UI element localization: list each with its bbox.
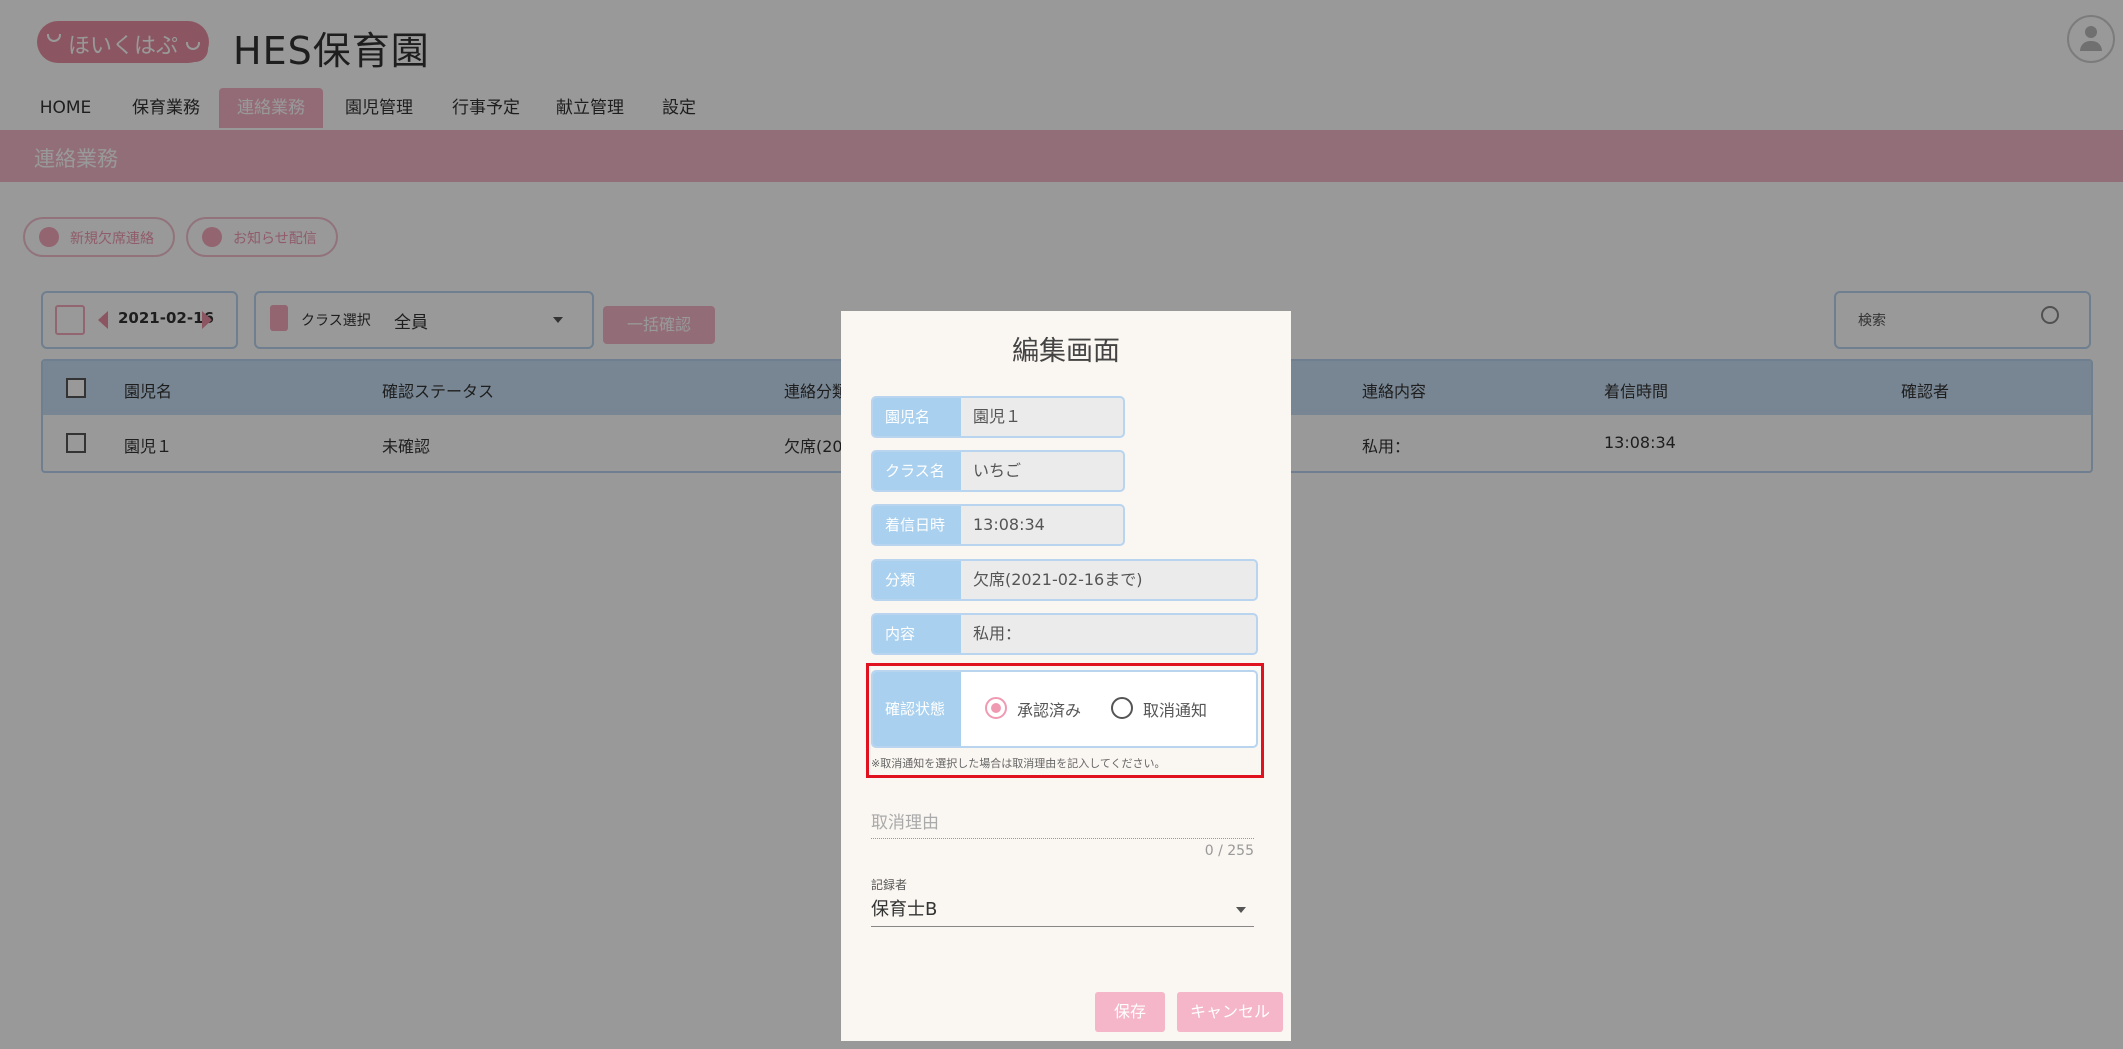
category-value: 欠席(2021-02-16まで): [973, 570, 1143, 589]
received-time-value: 13:08:34: [973, 515, 1045, 534]
recorder-underline: [871, 926, 1254, 927]
save-button[interactable]: 保存: [1095, 992, 1165, 1032]
class-name-value: いちご: [973, 461, 1022, 480]
received-time-label: 着信日時: [873, 506, 961, 544]
received-time-field: 着信日時 13:08:34: [871, 504, 1125, 546]
recorder-select[interactable]: 保育士B: [871, 895, 937, 921]
child-name-label: 園児名: [873, 398, 961, 436]
char-counter: 0 / 255: [1204, 843, 1254, 859]
content-value: 私用：: [973, 624, 1022, 643]
class-name-field: クラス名 いちご: [871, 450, 1125, 492]
content-label: 内容: [873, 615, 961, 653]
highlight-box: [866, 663, 1264, 778]
edit-dialog: 編集画面 園児名 園児１ クラス名 いちご 着信日時 13:08:34 分類 欠…: [841, 311, 1291, 1041]
content-field: 内容 私用：: [871, 613, 1258, 655]
cancel-reason-input[interactable]: 取消理由: [871, 808, 939, 833]
child-name-value: 園児１: [973, 407, 1022, 426]
cancel-reason-underline: [871, 838, 1254, 839]
class-name-label: クラス名: [873, 452, 961, 490]
child-name-field: 園児名 園児１: [871, 396, 1125, 438]
cancel-button[interactable]: キャンセル: [1177, 992, 1283, 1032]
category-field: 分類 欠席(2021-02-16まで): [871, 559, 1258, 601]
dialog-title: 編集画面: [1012, 336, 1120, 367]
category-label: 分類: [873, 561, 961, 599]
recorder-label: 記録者: [871, 878, 908, 892]
chevron-down-icon[interactable]: [1236, 907, 1246, 913]
